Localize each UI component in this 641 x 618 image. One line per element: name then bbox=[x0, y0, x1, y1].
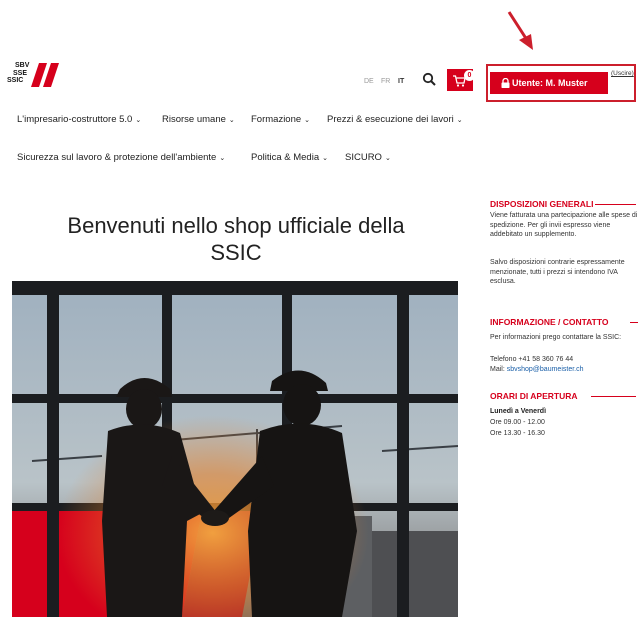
nav-formazione[interactable]: Formazione ⌄ bbox=[251, 114, 310, 125]
lang-it[interactable]: IT bbox=[398, 78, 404, 85]
sidebar-divider bbox=[595, 204, 636, 205]
logo-stripes-icon bbox=[31, 63, 59, 87]
chevron-down-icon: ⌄ bbox=[135, 117, 142, 124]
nav-sicuro[interactable]: SICURO ⌄ bbox=[345, 152, 391, 163]
ssic-logo[interactable]: SBV SSE SSIC bbox=[7, 62, 63, 88]
sidebar-hours-afternoon: Ore 13.30 - 16.30 bbox=[490, 430, 545, 437]
nav-impresario[interactable]: L'impresario-costruttore 5.0 ⌄ bbox=[17, 114, 141, 125]
mail-link[interactable]: sbvshop@baumeister.ch bbox=[507, 366, 584, 373]
lang-de[interactable]: DE bbox=[364, 78, 374, 85]
sidebar-title-hours: ORARI DI APERTURA bbox=[490, 391, 578, 401]
chevron-down-icon: ⌄ bbox=[228, 117, 235, 124]
cart-count-badge: 0 bbox=[464, 70, 475, 81]
lock-icon bbox=[501, 78, 510, 88]
sidebar-text-vat: Salvo disposizioni contrarie espressamen… bbox=[490, 259, 625, 286]
sidebar-phone: Telefono +41 58 360 76 44 bbox=[490, 356, 574, 363]
nav-sicurezza[interactable]: Sicurezza sul lavoro & protezione dell'a… bbox=[17, 152, 225, 163]
annotation-arrow bbox=[507, 11, 533, 50]
hero-image bbox=[12, 281, 458, 617]
sidebar-title-contact: INFORMAZIONE / CONTATTO bbox=[490, 317, 609, 327]
nav-prezzi[interactable]: Prezzi & esecuzione dei lavori ⌄ bbox=[327, 114, 463, 125]
page-title: Benvenuti nello shop ufficiale della SSI… bbox=[67, 213, 405, 265]
chevron-down-icon: ⌄ bbox=[384, 155, 391, 162]
search-icon[interactable] bbox=[422, 72, 436, 86]
sidebar-divider bbox=[630, 322, 638, 323]
chevron-down-icon: ⌄ bbox=[304, 117, 311, 124]
lang-fr[interactable]: FR bbox=[381, 78, 390, 85]
sidebar-hours-morning: Ore 09.00 - 12.00 bbox=[490, 419, 545, 426]
sidebar-text-shipping: Viene fatturata una partecipazione alle … bbox=[490, 212, 638, 239]
sidebar-text-contact: Per informazioni prego contattare la SSI… bbox=[490, 334, 622, 341]
chevron-down-icon: ⌄ bbox=[322, 155, 328, 162]
chevron-down-icon: ⌄ bbox=[456, 117, 463, 124]
sidebar-mail-row: Mail: sbvshop@baumeister.ch bbox=[490, 366, 584, 373]
nav-risorse-umane[interactable]: Risorse umane ⌄ bbox=[162, 114, 235, 125]
sidebar-title-general: DISPOSIZIONI GENERALI bbox=[490, 199, 594, 209]
nav-politica-media[interactable]: Politica & Media ⌄ bbox=[251, 152, 328, 163]
sidebar-hours-days: Lunedì a Venerdì bbox=[490, 408, 547, 415]
logout-link[interactable]: (Uscire) bbox=[611, 70, 634, 77]
sidebar-divider bbox=[591, 396, 636, 397]
chevron-down-icon: ⌄ bbox=[219, 155, 226, 162]
logo-text: SBV SSE SSIC bbox=[7, 62, 30, 84]
